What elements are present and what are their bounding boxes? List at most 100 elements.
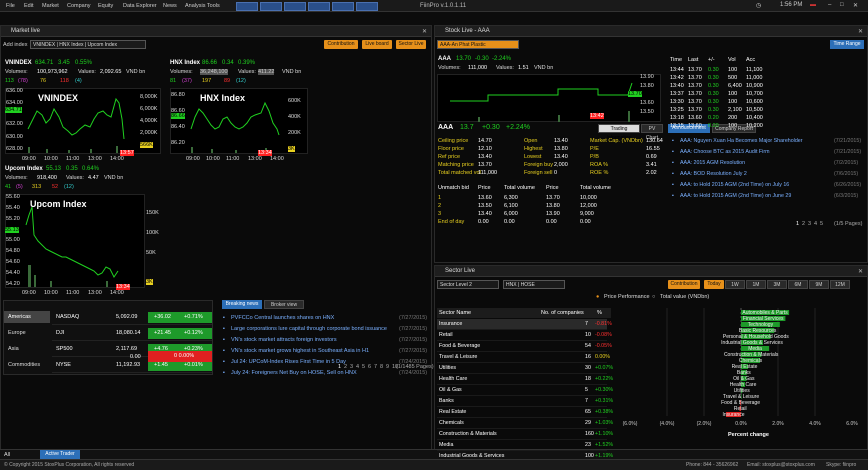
sector-level-select[interactable]: Sector Level 2 xyxy=(437,280,499,289)
legend-price[interactable]: Price Performance xyxy=(604,294,650,300)
toolbar-market-icon[interactable] xyxy=(260,2,282,11)
maximize-icon[interactable]: □ xyxy=(840,2,844,8)
ann-page-link[interactable]: 1 xyxy=(796,221,799,227)
flag-icon[interactable]: ▬ xyxy=(810,2,816,8)
vn-y-tick: 630.00 xyxy=(6,134,23,140)
minimize-icon[interactable]: – xyxy=(828,2,831,8)
vnindex-chart[interactable] xyxy=(5,88,161,154)
sector-row[interactable]: Real Estate 65 +0.38% xyxy=(437,407,613,418)
sector-name: Banks xyxy=(439,398,454,404)
orderbook-head: Price xyxy=(546,185,559,191)
tab-active-trader[interactable]: Active Trader xyxy=(40,450,80,459)
menu-analysis-tools[interactable]: Analysis Tools xyxy=(185,3,220,9)
tab-broker-view[interactable]: Broker view xyxy=(264,300,304,309)
period-12m[interactable]: 12M xyxy=(830,280,850,289)
panel-close-icon[interactable]: ✕ xyxy=(858,28,863,35)
menu-company[interactable]: Company xyxy=(67,3,91,9)
stock-live-title: Stock Live - AAA xyxy=(445,28,490,34)
sector-row[interactable]: Banks 7 +0.31% xyxy=(437,396,613,407)
live-board-button[interactable]: Live board xyxy=(362,40,392,49)
toolbar-news-icon[interactable] xyxy=(308,2,330,11)
tab-breaking-news[interactable]: Breaking news xyxy=(222,300,262,309)
close-icon[interactable]: ✕ xyxy=(853,2,858,9)
ann-page-link[interactable]: 4 xyxy=(814,221,817,227)
sector-live-button[interactable]: Sector Live xyxy=(396,40,426,49)
ann-page-link[interactable]: 5 xyxy=(820,221,823,227)
stock-select[interactable]: AAA-An Phat Plastic xyxy=(437,40,519,49)
stat-value: 12.10 xyxy=(478,146,492,152)
index-select[interactable]: VNINDEX | HNX Index | Upcom Index xyxy=(30,40,146,49)
world-market-row[interactable]: DJI 18,080.14 +21.45 +0.12% xyxy=(52,327,212,341)
news-title: VN's stock market attracts foreign inves… xyxy=(231,337,337,343)
sector-row[interactable]: Chemicals 29 +1.03% xyxy=(437,418,613,429)
sector-count: 23 xyxy=(585,442,591,448)
menu-edit[interactable]: Edit xyxy=(24,3,33,9)
ann-date: (7/2/2015) xyxy=(834,160,859,166)
news-date: (7/27/2015) xyxy=(399,348,428,354)
region-asia[interactable]: Asia xyxy=(4,343,50,355)
toolbar-chart-icon[interactable] xyxy=(284,2,306,11)
period-today[interactable]: Today xyxy=(704,280,724,289)
contribution-button[interactable]: Contribution xyxy=(324,40,358,49)
email[interactable]: Email: stoxplus@stoxplus.com xyxy=(747,462,815,468)
tab-pv-chart[interactable]: PV Chart xyxy=(641,124,663,141)
period-6m[interactable]: 6M xyxy=(788,280,808,289)
period-1m[interactable]: 1M xyxy=(746,280,766,289)
tab-all[interactable]: All xyxy=(4,452,10,458)
news-page-link[interactable]: 6 xyxy=(368,364,371,370)
sector-row[interactable]: Construction & Materials 160 +1.10% xyxy=(437,429,613,440)
stock-intraday-chart[interactable] xyxy=(437,74,661,122)
sector-contribution-button[interactable]: Contribution xyxy=(668,280,700,289)
ann-page-link[interactable]: 2 xyxy=(802,221,805,227)
stock-y-tick: 13.60 xyxy=(640,100,654,106)
news-page-link[interactable]: 2 xyxy=(344,364,347,370)
skype[interactable]: Skype: fiinpro xyxy=(826,462,856,468)
vn-val: 634.71 xyxy=(35,60,54,66)
toolbar-company-icon[interactable] xyxy=(332,2,354,11)
period-3m[interactable]: 3M xyxy=(767,280,787,289)
news-page-link[interactable]: 1 xyxy=(338,364,341,370)
news-page-link[interactable]: 5 xyxy=(362,364,365,370)
legend-value[interactable]: Total value (VNDbn) xyxy=(660,294,709,300)
period-9m[interactable]: 9M xyxy=(809,280,829,289)
sector-row[interactable]: Travel & Leisure 16 0.00% xyxy=(437,352,610,363)
menu-equity[interactable]: Equity xyxy=(98,3,113,9)
panel-close-icon[interactable]: ✕ xyxy=(858,268,863,275)
sector-count: 7 xyxy=(585,321,588,327)
sector-row[interactable]: Retail 10 -0.08% xyxy=(437,330,612,341)
exchange-select[interactable]: HNX | HOSE xyxy=(503,280,565,289)
region-europe[interactable]: Europe xyxy=(4,327,50,339)
news-page-link[interactable]: 4 xyxy=(356,364,359,370)
news-page-link[interactable]: 8 xyxy=(380,364,383,370)
news-page-link[interactable]: 9 xyxy=(386,364,389,370)
time-range-button[interactable]: Time Range xyxy=(830,40,864,49)
news-page-link[interactable]: 3 xyxy=(350,364,353,370)
region-americas[interactable]: Americas xyxy=(4,311,50,323)
tick-cell: 10,200 xyxy=(746,123,763,129)
menu-news[interactable]: News xyxy=(163,3,177,9)
ann-page-link[interactable]: 3 xyxy=(808,221,811,227)
tick-cell: 500 xyxy=(728,75,738,81)
tab-trading-information[interactable]: Trading Information xyxy=(598,124,640,141)
menu-data-explorer[interactable]: Data Explorer xyxy=(123,3,157,9)
orderbook-cell: 12,000 xyxy=(580,203,597,209)
index-name: DJI xyxy=(56,330,65,336)
menu-market[interactable]: Market xyxy=(42,3,59,9)
upc-down: 52 xyxy=(52,184,59,190)
toolbar-screener-icon[interactable] xyxy=(356,2,378,11)
sector-row[interactable]: Insurance 7 -0.81% xyxy=(437,319,612,330)
toolbar-home-icon[interactable] xyxy=(236,2,258,11)
sector-row[interactable]: Industrial Goods & Services 100 +1.19% xyxy=(437,451,613,462)
menu-file[interactable]: File xyxy=(6,3,15,9)
sector-row[interactable]: Utilities 30 +0.07% xyxy=(437,363,613,374)
period-1w[interactable]: 1W xyxy=(725,280,745,289)
world-market-row[interactable]: NASDAQ 5,092.09 +36.02 +0.71% xyxy=(52,311,212,325)
hnx-val: 86.66 xyxy=(202,60,218,66)
sector-row[interactable]: Health Care 18 +0.22% xyxy=(437,374,613,385)
panel-close-icon[interactable]: ✕ xyxy=(422,28,427,35)
sector-row[interactable]: Food & Beverage 54 -0.05% xyxy=(437,341,612,352)
region-commodities[interactable]: Commodities xyxy=(4,359,50,371)
sector-row[interactable]: Media 23 +1.52% xyxy=(437,440,613,451)
sector-row[interactable]: Oil & Gas 5 +0.30% xyxy=(437,385,613,396)
news-page-link[interactable]: 7 xyxy=(374,364,377,370)
